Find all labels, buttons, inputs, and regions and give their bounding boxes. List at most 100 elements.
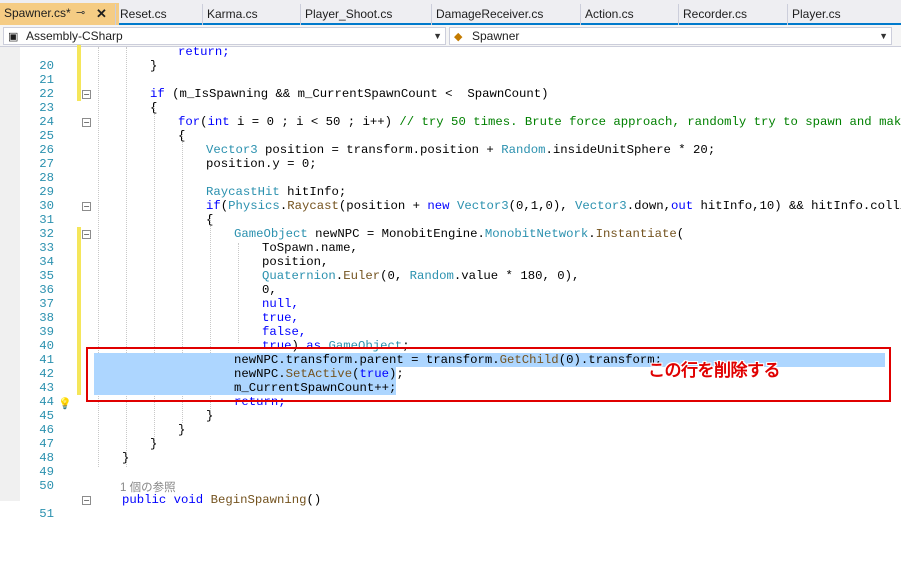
- tab-label: Spawner.cs*: [4, 6, 71, 20]
- code-text: }: [122, 451, 130, 465]
- change-marker: [77, 227, 81, 241]
- code-line[interactable]: 33 − GameObject newNPC = MonobitEngine.M…: [0, 227, 901, 255]
- navigation-bar: ▣ Assembly-CSharp ▼ ◆ Spawner ▼: [0, 25, 901, 47]
- tab-reset[interactable]: Reset.cs: [115, 4, 205, 25]
- chevron-down-icon: ▼: [879, 31, 888, 41]
- code-line[interactable]: 24 {: [0, 101, 901, 129]
- tab-action[interactable]: Action.cs: [580, 4, 677, 25]
- code-text: Quaternion.Euler(0, Random.value * 180, …: [262, 269, 580, 283]
- code-line[interactable]: 20 return;: [0, 45, 901, 73]
- pin-icon[interactable]: ⊸: [76, 3, 85, 24]
- tab-label: DamageReceiver.cs: [436, 7, 544, 21]
- code-text: Vector3 position = transform.position + …: [206, 143, 716, 157]
- change-marker: [77, 367, 81, 381]
- code-text: }: [150, 437, 158, 451]
- code-text: {: [178, 129, 186, 143]
- chevron-down-icon: ▼: [433, 31, 442, 41]
- change-marker: [77, 269, 81, 283]
- code-line[interactable]: 35 position,: [0, 255, 901, 283]
- class-dropdown[interactable]: ◆ Spawner ▼: [449, 27, 892, 45]
- code-text: }: [178, 423, 186, 437]
- code-line[interactable]: 28 position.y = 0;: [0, 157, 901, 185]
- tab-label: Reset.cs: [120, 7, 167, 21]
- change-marker: [77, 241, 81, 255]
- change-marker: [77, 283, 81, 297]
- code-line[interactable]: 27 Vector3 position = transform.position…: [0, 143, 901, 171]
- code-line[interactable]: 26 {: [0, 129, 901, 157]
- collapse-icon[interactable]: −: [82, 118, 91, 127]
- code-text: position.y = 0;: [206, 157, 317, 171]
- project-name: Assembly-CSharp: [26, 29, 123, 43]
- tab-label: Player.cs: [792, 7, 841, 21]
- code-line[interactable]: 50: [0, 465, 901, 493]
- code-text: {: [150, 101, 158, 115]
- change-marker: [77, 311, 81, 325]
- code-line[interactable]: 49 }: [0, 451, 901, 479]
- collapse-icon[interactable]: −: [82, 90, 91, 99]
- code-text: }: [150, 59, 158, 73]
- collapse-icon[interactable]: −: [82, 202, 91, 211]
- code-text: null,: [262, 297, 299, 311]
- change-marker: [77, 45, 81, 59]
- code-text: position,: [262, 255, 329, 269]
- change-marker: [77, 73, 81, 87]
- tab-label: Karma.cs: [207, 7, 258, 21]
- code-line[interactable]: 31 − if(Physics.Raycast(position + new V…: [0, 199, 901, 227]
- code-text: false,: [262, 325, 307, 339]
- change-marker: [77, 353, 81, 367]
- class-name: Spawner: [472, 29, 520, 43]
- code-text: for(int i = 0 ; i < 50 ; i++) // try 50 …: [178, 115, 901, 129]
- tab-karma[interactable]: Karma.cs: [202, 4, 299, 25]
- change-marker: [77, 339, 81, 353]
- collapse-icon[interactable]: −: [82, 230, 91, 239]
- code-line[interactable]: 23 − if (m_IsSpawning && m_CurrentSpawnC…: [0, 87, 901, 115]
- code-line[interactable]: 21 }: [0, 59, 901, 87]
- code-line[interactable]: 37 0,: [0, 283, 901, 311]
- change-marker: [77, 381, 81, 395]
- code-line[interactable]: 47 }: [0, 423, 901, 451]
- code-line[interactable]: 30 RaycastHit hitInfo;: [0, 185, 901, 213]
- code-line[interactable]: 34 ToSpawn.name,: [0, 241, 901, 269]
- code-line[interactable]: 36 Quaternion.Euler(0, Random.value * 18…: [0, 269, 901, 297]
- change-marker: [77, 87, 81, 101]
- code-text: GameObject newNPC = MonobitEngine.Monobi…: [234, 227, 685, 241]
- document-tab-bar: Spawner.cs* ⊸ ✕ Reset.cs Karma.cs Player…: [0, 0, 901, 25]
- change-marker: [77, 255, 81, 269]
- code-line[interactable]: 32 {: [0, 213, 901, 241]
- code-text: public void BeginSpawning(): [122, 493, 322, 507]
- tab-label: Recorder.cs: [683, 7, 748, 21]
- code-line[interactable]: 51 − public void BeginSpawning(): [0, 493, 901, 521]
- code-text: 0,: [262, 283, 277, 297]
- change-marker: [77, 59, 81, 73]
- lightbulb-icon[interactable]: 💡: [58, 397, 72, 410]
- code-line[interactable]: 48 }: [0, 437, 901, 465]
- code-text: return;: [178, 45, 230, 59]
- code-line[interactable]: 22: [0, 73, 901, 101]
- code-line[interactable]: 38 null,: [0, 297, 901, 325]
- annotation-text: この行を削除する: [648, 361, 781, 381]
- close-icon[interactable]: ✕: [96, 3, 107, 24]
- class-icon: ◆: [454, 31, 463, 43]
- csharp-project-icon: ▣: [8, 31, 19, 43]
- tab-label: Player_Shoot.cs: [305, 7, 393, 21]
- tab-recorder[interactable]: Recorder.cs: [678, 4, 788, 25]
- code-line[interactable]: 39 true,: [0, 311, 901, 339]
- code-text: {: [206, 213, 214, 227]
- tab-label: Action.cs: [585, 7, 634, 21]
- change-marker: [77, 325, 81, 339]
- code-line[interactable]: 25 − for(int i = 0 ; i < 50 ; i++) // tr…: [0, 115, 901, 143]
- code-text: ToSpawn.name,: [262, 241, 358, 255]
- code-text: }: [206, 409, 214, 423]
- tab-player[interactable]: Player.cs: [787, 4, 884, 25]
- code-line[interactable]: 46 }: [0, 409, 901, 437]
- tab-damage-receiver[interactable]: DamageReceiver.cs: [431, 4, 581, 25]
- tab-player-shoot[interactable]: Player_Shoot.cs: [300, 4, 430, 25]
- code-text: RaycastHit hitInfo;: [206, 185, 347, 199]
- project-dropdown[interactable]: ▣ Assembly-CSharp ▼: [3, 27, 446, 45]
- code-line[interactable]: 40 false,: [0, 325, 901, 353]
- code-text: true,: [262, 311, 299, 325]
- code-line[interactable]: 29: [0, 171, 901, 199]
- tab-spawner[interactable]: Spawner.cs* ⊸ ✕: [0, 3, 119, 25]
- line-number: 51: [39, 507, 54, 521]
- code-editor[interactable]: 20 return; 21 } 22 23 − if (m_IsSpawning…: [0, 45, 901, 521]
